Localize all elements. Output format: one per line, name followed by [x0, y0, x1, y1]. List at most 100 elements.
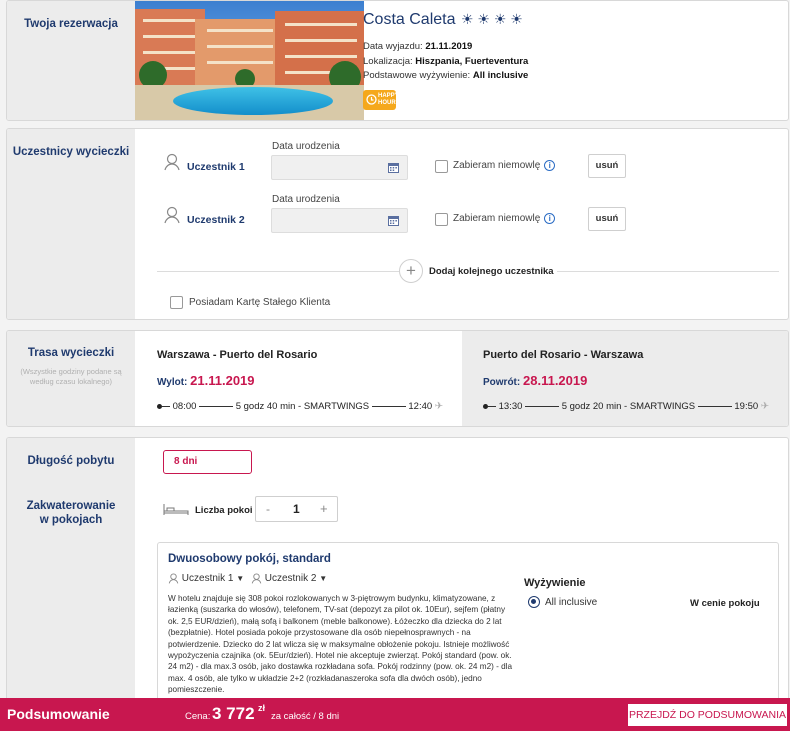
infant-checkbox-2[interactable] — [435, 213, 448, 226]
go-to-summary-button[interactable]: PRZEJDŹ DO PODSUMOWANIA — [627, 703, 788, 727]
rooms-count-label: Liczba pokoi — [195, 505, 253, 516]
plane-icon: ✈ — [760, 401, 770, 412]
timeline-dash — [162, 405, 170, 407]
return-times: 13:30 5 godz 20 min - SMARTWINGS 19:50 ✈ — [483, 401, 769, 412]
summary-bar: Podsumowanie Cena: 3 772 zł za całość / … — [0, 698, 790, 731]
outbound-dep-label: Wylot: — [157, 377, 188, 388]
birthdate-label-1: Data urodzenia — [272, 141, 340, 152]
hotel-name[interactable]: Costa Caleta ☀ ☀ ☀ ☀ — [363, 11, 523, 29]
timeline-dash — [697, 405, 732, 407]
meal-option-label[interactable]: All inclusive — [545, 597, 597, 608]
calendar-icon[interactable] — [388, 162, 399, 173]
price-label: Cena: — [185, 711, 211, 722]
participant-2-label: Uczestnik 2 — [187, 214, 245, 226]
route-hint: (Wszystkie godziny podane są według czas… — [20, 367, 122, 386]
infant-text-1: Zabieram niemowlę — [453, 160, 541, 172]
hotel-name-text[interactable]: Costa Caleta — [363, 11, 456, 28]
timeline-dash — [199, 405, 234, 407]
stay-card: Długość pobytu Zakwaterowanie w pokojach… — [6, 437, 789, 731]
meal-price-label: W cenie pokoju — [690, 598, 760, 609]
rooms-section-title: Zakwaterowanie w pokojach — [26, 500, 116, 526]
person-icon — [164, 206, 180, 224]
meal-all-inclusive-radio[interactable] — [528, 596, 540, 608]
timeline-dash — [525, 405, 560, 407]
hotel-photo[interactable] — [135, 1, 364, 120]
divider-left — [157, 271, 399, 272]
return-date: 28.11.2019 — [523, 373, 588, 388]
occupant-2-select[interactable]: Uczestnik 2 — [265, 573, 317, 584]
plane-icon: ✈ — [434, 401, 444, 412]
outbound-dep-time: 08:00 — [172, 401, 197, 412]
location-label: Lokalizacja: — [363, 56, 413, 67]
departure-info: Data wyjazdu: 21.11.2019 — [363, 41, 472, 52]
rooms-decrement-button[interactable]: - — [266, 502, 270, 516]
participants-card: Uczestnicy wycieczki Uczestnik 1 Data ur… — [6, 128, 789, 320]
add-participant-button[interactable]: + — [399, 259, 423, 283]
infant-checkbox-1[interactable] — [435, 160, 448, 173]
birthdate-input-1[interactable] — [271, 155, 408, 180]
route-card: Trasa wycieczki (Wszystkie godziny podan… — [6, 330, 789, 427]
location-info: Lokalizacja: Hiszpania, Fuerteventura — [363, 56, 528, 67]
price-suffix: za całość / 8 dni — [271, 711, 340, 722]
rating-sun-icons: ☀ ☀ ☀ ☀ — [460, 11, 523, 27]
chevron-down-icon[interactable]: ▼ — [319, 574, 327, 583]
info-icon[interactable]: i — [544, 213, 556, 224]
return-dep-label: Powrót: — [483, 377, 521, 388]
add-participant-label[interactable]: Dodaj kolejnego uczestnika — [429, 266, 554, 277]
occupant-1-select[interactable]: Uczestnik 1 — [182, 573, 234, 584]
person-icon — [251, 573, 262, 584]
rooms-stepper[interactable]: - 1 + — [255, 496, 338, 522]
person-icon — [164, 153, 180, 171]
calendar-icon[interactable] — [388, 215, 399, 226]
rooms-count-value[interactable]: 1 — [293, 502, 300, 516]
badge-line2: HOURS — [378, 100, 400, 106]
divider-right — [557, 271, 779, 272]
clock-icon — [366, 94, 377, 105]
room-title: Dwuosobowy pokój, standard — [168, 553, 331, 565]
birthdate-label-2: Data urodzenia — [272, 194, 340, 205]
meal-section-title: Wyżywienie — [524, 577, 586, 589]
board-value: All inclusive — [472, 70, 529, 81]
stay-sidebar — [7, 438, 135, 730]
board-info: Podstawowe wyżywienie: All inclusive — [363, 70, 528, 81]
reservation-card: Twoja rezerwacja Costa Caleta ☀ ☀ ☀ ☀ Da… — [6, 0, 789, 121]
summary-bar-title: Podsumowanie — [7, 706, 110, 722]
occupants-row: Uczestnik 1 ▼ Uczestnik 2 ▼ — [168, 573, 327, 584]
departure-label: Data wyjazdu: — [363, 41, 423, 52]
room-option-card: Dwuosobowy pokój, standard Uczestnik 1 ▼… — [157, 542, 779, 722]
info-icon[interactable]: i — [544, 160, 556, 171]
outbound-departure: Wylot: 21.11.2019 — [157, 373, 255, 388]
badge-line1: HAPPY — [378, 93, 399, 99]
outbound-times: 08:00 5 godz 40 min - SMARTWINGS 12:40 ✈ — [157, 401, 443, 412]
outbound-arr-time: 12:40 — [408, 401, 433, 412]
outbound-flight-info: 5 godz 40 min - SMARTWINGS — [235, 401, 370, 412]
return-title: Puerto del Rosario - Warszawa — [483, 349, 644, 361]
board-label: Podstawowe wyżywienie: — [363, 70, 471, 81]
outbound-date: 21.11.2019 — [190, 373, 255, 388]
rooms-increment-button[interactable]: + — [320, 501, 328, 516]
remove-participant-2-button[interactable]: usuń — [588, 207, 626, 231]
stay-length-select[interactable]: 8 dni — [163, 450, 252, 474]
person-icon — [168, 573, 179, 584]
remove-participant-1-button[interactable]: usuń — [588, 154, 626, 178]
outbound-title: Warszawa - Puerto del Rosario — [157, 349, 318, 361]
infant-label-2: Zabieram niemowlę i — [453, 213, 556, 225]
loyalty-card-label: Posiadam Kartę Stałego Klienta — [189, 297, 331, 308]
reservation-section-title: Twoja rezerwacja — [24, 18, 118, 30]
loyalty-card-checkbox[interactable] — [170, 296, 183, 309]
total-price: 3 772 — [212, 704, 255, 723]
infant-text-2: Zabieram niemowlę — [453, 213, 541, 225]
happy-hours-badge: HAPPY HOURS — [363, 90, 400, 110]
birthdate-input-2[interactable] — [271, 208, 408, 233]
route-section-title: Trasa wycieczki — [27, 347, 115, 359]
timeline-dash — [371, 405, 406, 407]
return-departure: Powrót: 28.11.2019 — [483, 373, 587, 388]
participants-section-title: Uczestnicy wycieczki — [12, 146, 130, 158]
chevron-down-icon[interactable]: ▼ — [236, 574, 244, 583]
stay-length-title: Długość pobytu — [27, 455, 115, 467]
departure-value: 21.11.2019 — [425, 41, 473, 52]
bed-icon — [163, 504, 189, 515]
location-value: Hiszpania, Fuerteventura — [415, 56, 529, 67]
return-arr-time: 19:50 — [734, 401, 759, 412]
return-flight-info: 5 godz 20 min - SMARTWINGS — [561, 401, 696, 412]
